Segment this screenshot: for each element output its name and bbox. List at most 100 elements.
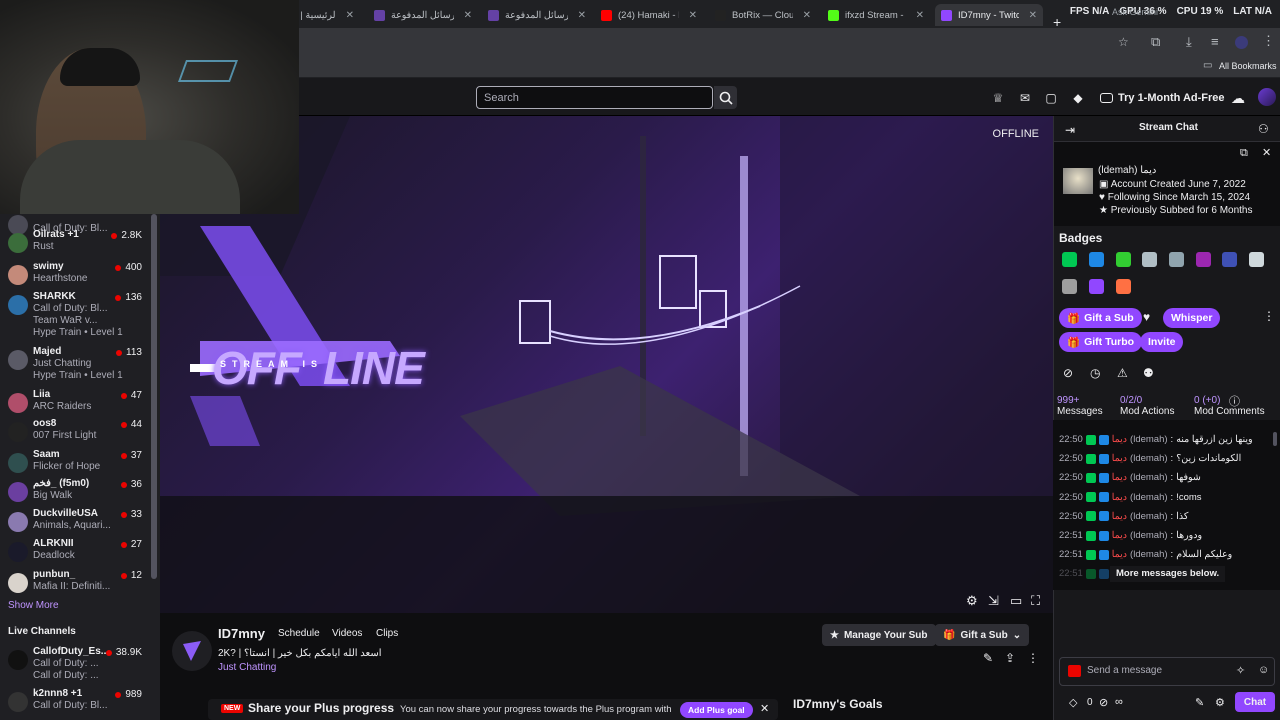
chat-badge-icon[interactable] — [1142, 252, 1157, 267]
ad-free-button[interactable]: Try 1-Month Ad-Free — [1100, 89, 1225, 107]
clip-icon[interactable]: ⇲ — [988, 593, 999, 609]
extensions-icon[interactable]: ⧉ — [1151, 34, 1160, 50]
browser-tab[interactable]: (24) Hamaki - Ma ✕ — [595, 4, 703, 26]
close-icon[interactable]: ✕ — [760, 702, 769, 715]
more-options-icon[interactable]: ⋮ — [1027, 651, 1039, 665]
heart-icon[interactable]: ♥ — [1143, 310, 1150, 324]
message-username[interactable]: ديما — [1112, 511, 1127, 522]
reading-list-icon[interactable]: ≡ — [1211, 34, 1219, 49]
gift-a-sub-button[interactable]: 🎁 Gift a Sub — [1059, 308, 1142, 328]
message-username[interactable]: ديما — [1112, 492, 1127, 503]
videos-link[interactable]: Videos — [332, 628, 362, 639]
chat-badge-icon[interactable] — [1062, 252, 1077, 267]
message-username[interactable]: ديما — [1112, 472, 1127, 483]
whispers-icon[interactable]: ▢ — [1043, 90, 1059, 106]
sidebar-scrollbar[interactable] — [151, 214, 157, 579]
popout-icon[interactable]: ⧉ — [1240, 147, 1248, 160]
sidebar-channel[interactable]: swimy Hearthstone 400 — [0, 261, 150, 291]
more-options-icon[interactable]: ⋮ — [1263, 309, 1275, 323]
community-icon[interactable]: ⚇ — [1258, 122, 1269, 136]
whisper-button[interactable]: Whisper — [1163, 308, 1221, 328]
close-tab-icon[interactable]: ✕ — [1029, 10, 1037, 21]
chat-message[interactable]: 22:50 ديما (ldemah): الكوماندات زين؟ — [1059, 450, 1259, 467]
menu-icon[interactable]: ⋮ — [1262, 33, 1275, 49]
sidebar-channel[interactable]: Liia ARC Raiders 47 — [0, 389, 150, 419]
timeout-icon[interactable]: ◷ — [1090, 366, 1100, 380]
category-link[interactable]: Just Chatting — [218, 662, 276, 673]
chat-badge-icon[interactable] — [1089, 252, 1104, 267]
theatre-mode-icon[interactable]: ▭ — [1010, 593, 1022, 609]
invite-button[interactable]: Invite — [1140, 332, 1184, 352]
edit-icon[interactable]: ✎ — [983, 651, 993, 665]
profile-avatar[interactable] — [1235, 36, 1248, 49]
close-tab-icon[interactable]: ✕ — [346, 10, 354, 21]
chat-badge-icon[interactable] — [1116, 279, 1131, 294]
chat-badge-icon[interactable] — [1196, 252, 1211, 267]
all-bookmarks-link[interactable]: All Bookmarks — [1219, 61, 1277, 71]
search-button[interactable] — [714, 86, 737, 109]
user-avatar[interactable] — [1258, 88, 1276, 106]
sidebar-channel[interactable]: DuckvilleUSA Animals, Aquari... 33 — [0, 508, 150, 538]
message-username[interactable]: ديما — [1112, 453, 1127, 464]
pencil-icon[interactable]: ✎ — [1195, 696, 1204, 709]
browser-tab[interactable]: الرسائل المدفوعة ✕ — [368, 4, 478, 26]
inbox-icon[interactable]: ✉ — [1017, 90, 1033, 106]
settings-icon[interactable]: ⚙ — [966, 593, 978, 609]
chat-badge-icon[interactable] — [1062, 279, 1077, 294]
message-username[interactable]: ديما — [1112, 549, 1127, 560]
chat-badge-icon[interactable] — [1089, 279, 1104, 294]
message-username[interactable]: ديما — [1112, 434, 1127, 445]
crown-icon[interactable]: ♕ — [990, 90, 1006, 106]
channel-avatar[interactable] — [172, 631, 212, 671]
info-icon[interactable]: ⓘ — [1229, 393, 1240, 409]
chat-badge-icon[interactable] — [1249, 252, 1264, 267]
chat-badge-icon[interactable] — [1169, 252, 1184, 267]
download-icon[interactable]: ⤓ — [1186, 34, 1192, 50]
points-icon[interactable]: ◇ — [1069, 696, 1077, 709]
browser-tab[interactable]: ID7mny - Twitch ✕ — [935, 4, 1043, 26]
search-input[interactable]: Search — [476, 86, 713, 109]
show-more-link[interactable]: Show More — [8, 600, 59, 611]
more-messages-below[interactable]: More messages below. — [1110, 566, 1226, 582]
add-plus-goal-button[interactable]: Add Plus goal — [680, 702, 753, 718]
bits-icon[interactable]: ◆ — [1070, 90, 1086, 106]
clips-link[interactable]: Clips — [376, 628, 398, 639]
cowboy-hat-icon[interactable]: ☁ — [1230, 90, 1246, 106]
sidebar-channel[interactable]: Oilrats +1 Rust 2.8K — [0, 229, 150, 259]
chat-message[interactable]: 22:50 ديما (ldemah): كذا — [1059, 508, 1259, 525]
fullscreen-icon[interactable]: ⛶ — [1031, 593, 1040, 609]
schedule-link[interactable]: Schedule — [278, 628, 320, 639]
collapse-chat-icon[interactable]: ⇥ — [1065, 123, 1075, 137]
chat-input[interactable]: Send a message ✧ ☺ — [1059, 657, 1275, 686]
sidebar-channel[interactable]: SHARKK Call of Duty: Bl... Team WaR v... Hy… — [0, 291, 150, 338]
sidebar-channel[interactable]: Majed Just Chatting Hype Train • Level 1 11… — [0, 346, 150, 381]
chat-message[interactable]: 22:50 ديما (ldemah): شوفها — [1059, 469, 1259, 486]
gemini-label[interactable]: Ask Gemini — [1112, 7, 1158, 17]
sidebar-channel[interactable]: punbun_ Mafia II: Definiti... 12 — [0, 569, 150, 599]
close-tab-icon[interactable]: ✕ — [578, 10, 586, 21]
browser-tab[interactable]: الرسائل المدفوعة ✕ — [482, 4, 592, 26]
close-card-icon[interactable]: ✕ — [1262, 146, 1271, 159]
star-icon[interactable]: ☆ — [1118, 35, 1129, 49]
chat-settings-icon[interactable]: ⚙ — [1215, 696, 1225, 709]
magic-icon[interactable]: ✧ — [1236, 664, 1245, 677]
gift-turbo-button[interactable]: 🎁 Gift Turbo — [1059, 332, 1143, 352]
warn-icon[interactable]: ⚠ — [1117, 366, 1128, 380]
gift-sub-button[interactable]: 🎁 Gift a Sub ⌄ — [935, 624, 1030, 646]
close-tab-icon[interactable]: ✕ — [916, 10, 924, 21]
mod-user-icon[interactable]: ⚉ — [1143, 366, 1154, 380]
sidebar-channel[interactable]: Saam Flicker of Hope 37 — [0, 449, 150, 479]
chat-badge-icon[interactable] — [1116, 252, 1131, 267]
sidebar-channel[interactable]: فخم_ (f5m0) Big Walk 36 — [0, 478, 150, 508]
close-tab-icon[interactable]: ✕ — [803, 10, 811, 21]
browser-tab[interactable]: ifxzd Stream - Wa ✕ — [822, 4, 930, 26]
close-tab-icon[interactable]: ✕ — [689, 10, 697, 21]
chat-message[interactable]: 22:50 ديما (ldemah): !coms — [1059, 489, 1259, 506]
sidebar-channel[interactable]: k2nnn8 +1 Call of Duty: Bl... 989 — [0, 688, 150, 718]
share-icon[interactable]: ⇪ — [1005, 651, 1015, 665]
sidebar-channel[interactable]: ALRKNII Deadlock 27 — [0, 538, 150, 568]
chat-send-button[interactable]: Chat — [1235, 692, 1275, 712]
sidebar-channel[interactable]: oos8 007 First Light 44 — [0, 418, 150, 448]
close-tab-icon[interactable]: ✕ — [464, 10, 472, 21]
chat-message[interactable]: 22:50 ديما (ldemah): وينها زين ازرقها منه — [1059, 431, 1259, 448]
